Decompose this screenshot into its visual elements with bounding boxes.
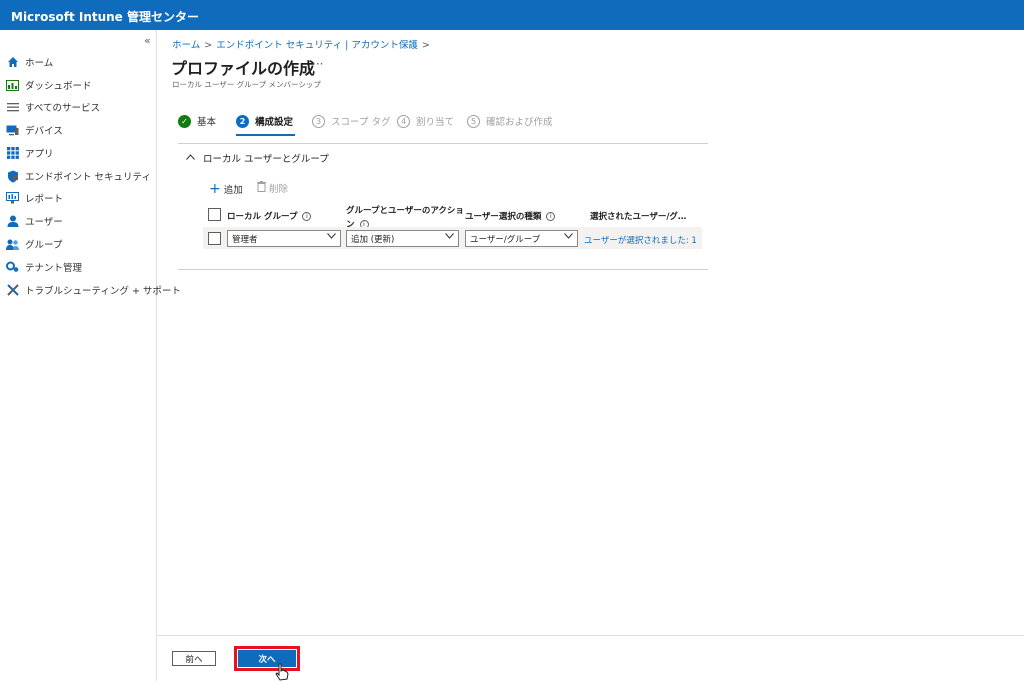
step-number: 5 — [467, 114, 480, 128]
wrench-icon — [6, 284, 19, 297]
breadcrumb-account-protection-link[interactable]: エンドポイント セキュリティ | アカウント保護 — [216, 40, 418, 51]
column-header-label: ユーザー選択の種類 — [465, 212, 542, 222]
page-title: プロファイルの作成 — [171, 59, 316, 78]
column-header-local-group[interactable]: ローカル グループ i — [227, 210, 312, 222]
collapse-sidebar-button[interactable]: « — [144, 34, 151, 47]
breadcrumb: ホーム > エンドポイント セキュリティ | アカウント保護 > — [172, 37, 434, 51]
section-title: ローカル ユーザーとグループ — [203, 154, 329, 165]
local-group-dropdown[interactable]: 管理者 — [227, 230, 341, 247]
checkmark-icon: ✓ — [178, 114, 191, 128]
select-all-checkbox[interactable] — [208, 208, 221, 221]
chevron-up-icon — [186, 153, 195, 163]
column-header-selected[interactable]: 選択されたユーザー/グ… — [590, 210, 686, 222]
step-label: 確認および作成 — [486, 117, 553, 128]
hand-cursor-icon — [274, 663, 290, 685]
step-number: 4 — [397, 114, 410, 128]
breadcrumb-separator: > — [421, 40, 430, 51]
shield-icon — [6, 170, 19, 183]
selected-users-link[interactable]: ユーザーが選択されました: 1 — [584, 234, 697, 246]
sidebar-item-groups[interactable]: グループ — [6, 234, 62, 254]
dashboard-icon — [6, 79, 19, 92]
sidebar-item-devices[interactable]: デバイス — [6, 120, 63, 140]
home-icon — [6, 56, 19, 69]
dropdown-value: ユーザー/グループ — [470, 235, 541, 245]
sidebar-item-label: ホーム — [25, 58, 54, 69]
info-icon[interactable]: i — [546, 212, 556, 221]
step-label: スコープ タグ — [331, 117, 391, 128]
step-scope-tags[interactable]: 3 スコープ タグ — [312, 114, 390, 128]
step-review-create[interactable]: 5 確認および作成 — [467, 114, 553, 128]
action-dropdown[interactable]: 追加 (更新) — [346, 230, 459, 247]
divider — [178, 143, 708, 144]
apps-grid-icon — [6, 147, 19, 160]
sidebar-item-label: アプリ — [25, 149, 54, 160]
tenant-icon — [6, 261, 19, 274]
trash-icon — [257, 181, 266, 195]
step-label: 基本 — [197, 117, 217, 128]
list-icon — [6, 101, 19, 114]
active-step-indicator — [236, 134, 295, 136]
add-label: 追加 — [223, 185, 243, 196]
step-number: 2 — [236, 114, 249, 128]
info-icon[interactable]: i — [302, 212, 312, 221]
breadcrumb-separator: > — [204, 40, 213, 51]
column-header-label: グループとユーザーのアクショ — [346, 206, 464, 216]
sidebar-item-tenant-admin[interactable]: テナント管理 — [6, 257, 82, 277]
dropdown-value: 追加 (更新) — [351, 235, 395, 245]
chevron-down-icon — [327, 232, 336, 242]
sidebar-item-endpoint-security[interactable]: エンドポイント セキュリティ — [6, 166, 151, 186]
delete-label: 削除 — [269, 184, 289, 195]
step-label: 割り当て — [416, 117, 455, 128]
divider — [178, 269, 708, 270]
sidebar-item-dashboard[interactable]: ダッシュボード — [6, 75, 92, 95]
sidebar-item-reports[interactable]: レポート — [6, 188, 63, 208]
sidebar-item-troubleshooting[interactable]: トラブルシューティング + サポート — [6, 280, 181, 300]
column-header-selection-type[interactable]: ユーザー選択の種類 i — [465, 210, 556, 222]
report-icon — [6, 192, 19, 205]
sidebar-item-home[interactable]: ホーム — [6, 52, 53, 72]
sidebar-item-label: デバイス — [25, 126, 63, 137]
user-icon — [6, 215, 19, 228]
sidebar-item-users[interactable]: ユーザー — [6, 211, 63, 231]
sidebar-item-label: ユーザー — [25, 217, 63, 228]
chevron-down-icon — [445, 232, 454, 242]
sidebar-item-label: すべてのサービス — [25, 103, 100, 114]
selection-type-dropdown[interactable]: ユーザー/グループ — [465, 230, 578, 247]
page-subtitle: ローカル ユーザー グループ メンバーシップ — [172, 80, 321, 89]
sidebar-item-label: グループ — [25, 240, 63, 251]
step-configuration[interactable]: 2 構成設定 — [236, 114, 293, 128]
chevron-down-icon — [564, 232, 573, 242]
top-bar: Microsoft Intune 管理センター — [0, 0, 1024, 30]
app-title[interactable]: Microsoft Intune 管理センター — [11, 10, 199, 24]
plus-icon: + — [209, 181, 221, 197]
dropdown-value: 管理者 — [232, 235, 258, 245]
section-local-users-groups[interactable]: ローカル ユーザーとグループ — [186, 151, 329, 165]
sidebar-item-label: トラブルシューティング + サポート — [25, 286, 181, 297]
devices-icon — [6, 124, 19, 137]
delete-button[interactable]: 削除 — [257, 181, 288, 195]
group-icon — [6, 238, 19, 251]
column-header-label: ローカル グループ — [227, 212, 298, 222]
step-basics[interactable]: ✓ 基本 — [178, 114, 216, 128]
sidebar: « ホーム ダッシュボード すべてのサービス デバイス アプリ エンドポイント — [0, 30, 181, 681]
step-assignments[interactable]: 4 割り当て — [397, 114, 454, 128]
sidebar-item-label: レポート — [25, 194, 64, 205]
step-label: 構成設定 — [255, 117, 294, 128]
breadcrumb-home-link[interactable]: ホーム — [172, 40, 200, 51]
sidebar-item-label: ダッシュボード — [25, 81, 92, 92]
row-checkbox[interactable] — [208, 232, 221, 245]
sidebar-item-label: テナント管理 — [25, 263, 83, 274]
add-button[interactable]: + 追加 — [209, 181, 243, 197]
sidebar-item-apps[interactable]: アプリ — [6, 143, 54, 163]
sidebar-item-label: エンドポイント セキュリティ — [25, 172, 151, 183]
previous-button[interactable]: 前へ — [172, 651, 216, 666]
sidebar-item-all-services[interactable]: すべてのサービス — [6, 97, 100, 117]
more-options-button[interactable]: ··· — [312, 57, 323, 71]
step-number: 3 — [312, 114, 325, 128]
